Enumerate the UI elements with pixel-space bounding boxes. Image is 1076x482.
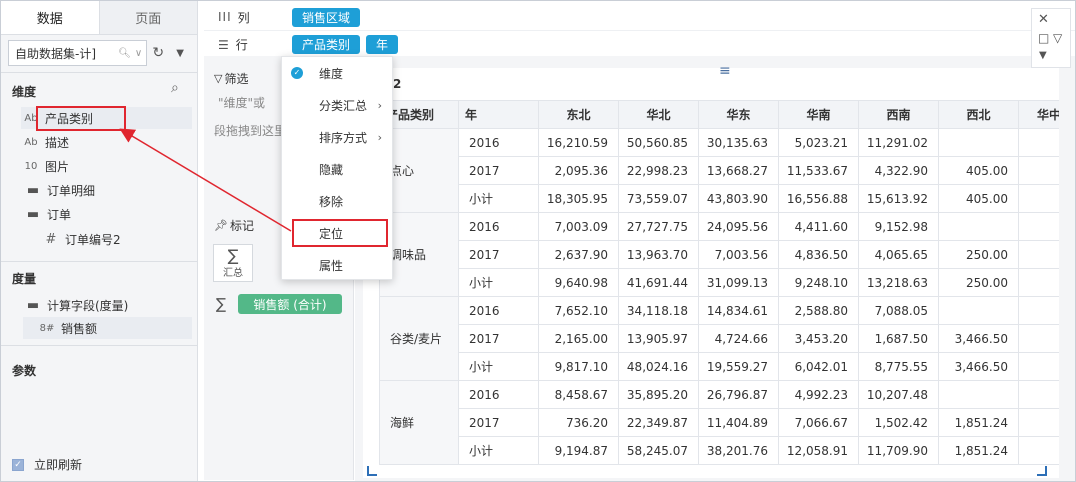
arrow-line <box>119 128 292 232</box>
annotation-arrow <box>119 128 292 232</box>
